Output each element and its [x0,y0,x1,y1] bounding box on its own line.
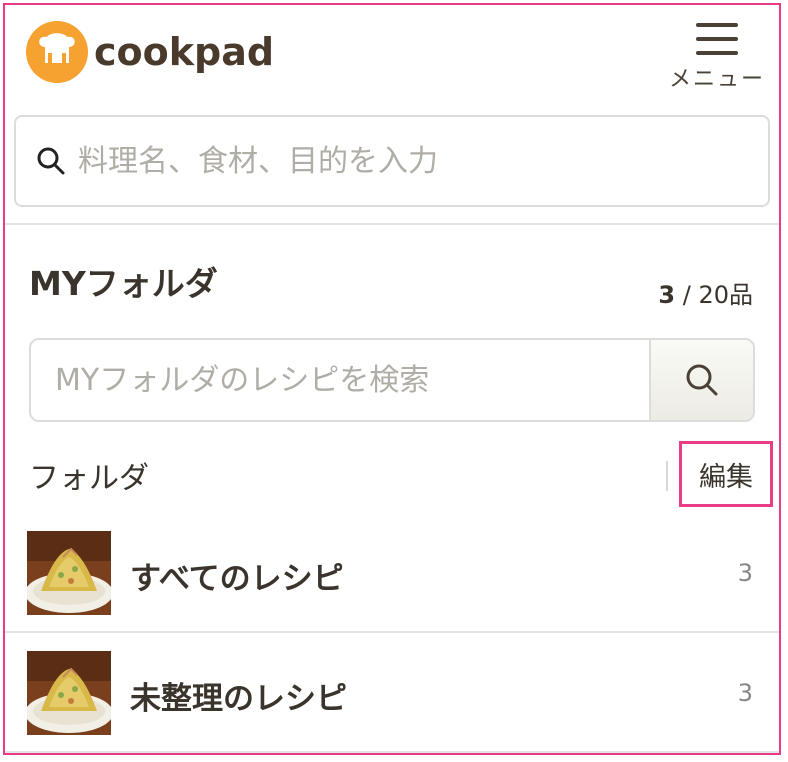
menu-button[interactable]: メニュー [667,19,767,99]
folder-name: すべてのレシピ [130,561,344,597]
folder-section-label: フォルダ [29,461,149,496]
folder-item-unsorted-recipes[interactable]: 未整理のレシピ 3 [5,633,779,753]
recipe-search-input[interactable] [76,142,720,180]
header: cookpad メニュー [5,5,779,105]
recipe-count-total: / 20品 [675,281,753,309]
logo-text: cookpad [94,30,275,74]
my-folder-title: MYフォルダ [29,264,218,303]
search-icon [686,364,718,396]
folder-count: 3 [737,679,753,707]
divider [5,223,779,225]
recipe-search-box [14,115,770,207]
folder-count: 3 [737,559,753,587]
recipe-count: 3 / 20品 [658,275,753,310]
menu-label: メニュー [668,67,765,92]
recipe-count-current: 3 [658,281,676,309]
hamburger-menu-icon [696,23,738,55]
separator [666,461,668,491]
cookpad-logo[interactable]: cookpad [26,21,274,83]
my-folder-search [29,338,755,422]
recipe-thumbnail [27,531,111,615]
recipe-thumbnail [27,651,111,735]
edit-button[interactable]: 編集 [679,441,773,507]
folder-name: 未整理のレシピ [130,681,347,717]
folder-item-all-recipes[interactable]: すべてのレシピ 3 [5,513,779,633]
my-folder-search-input[interactable] [31,340,649,420]
app-frame: cookpad メニュー MYフォルダ 3 / 20品 フォルダ [3,3,781,755]
search-icon [37,147,65,175]
folder-list: すべてのレシピ 3 未整理のレシピ 3 [5,513,779,753]
chef-hat-icon [26,21,88,83]
my-folder-search-button[interactable] [649,340,753,420]
